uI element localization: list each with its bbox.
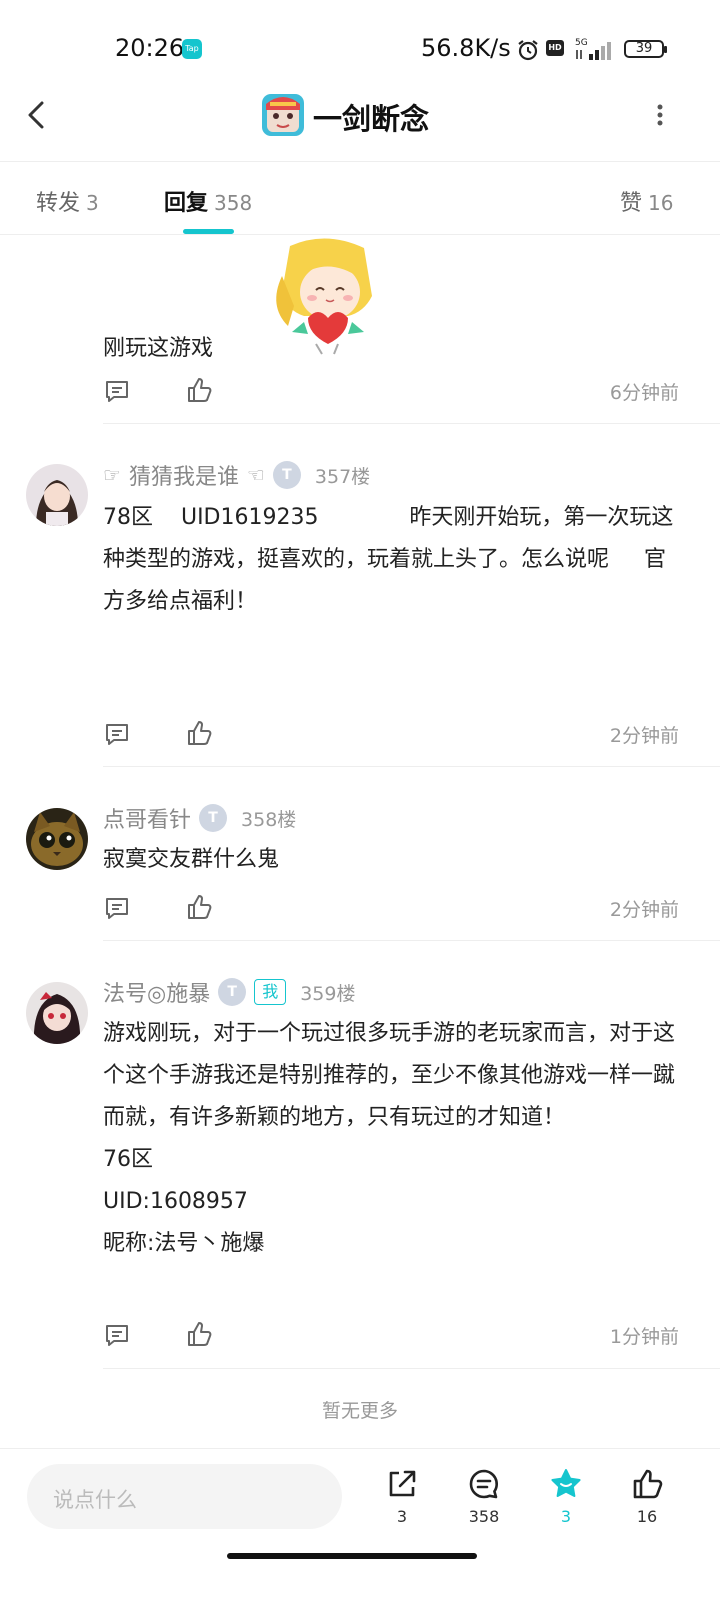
partial-comment-text: 刚玩这游戏 bbox=[103, 336, 214, 361]
comment-time: 2分钟前 bbox=[609, 725, 679, 747]
back-arrow-icon[interactable] bbox=[22, 98, 52, 132]
comment-divider bbox=[103, 423, 720, 424]
comment-header: ☞ 猜猜我是谁 ☜ T 357楼 bbox=[103, 459, 370, 491]
comment-divider bbox=[103, 766, 720, 767]
reply-icon[interactable] bbox=[103, 378, 131, 406]
share-count: 3 bbox=[396, 1507, 408, 1526]
user-avatar[interactable] bbox=[26, 808, 88, 870]
status-bar: 20:26 Tap 56.8K/s HD 5G 39 bbox=[0, 0, 720, 90]
star-icon bbox=[551, 1469, 581, 1497]
tab-replies[interactable]: 回复 358 bbox=[164, 185, 252, 217]
user-avatar[interactable] bbox=[26, 982, 88, 1044]
comment-input-placeholder: 说点什么 bbox=[53, 1488, 137, 1512]
comment-actions: 1分钟前 bbox=[103, 1316, 679, 1356]
reply-icon[interactable] bbox=[103, 721, 131, 749]
tab-reposts-label: 转发 bbox=[36, 191, 81, 216]
comment-actions: 2分钟前 bbox=[103, 715, 679, 755]
tab-replies-label: 回复 bbox=[164, 191, 209, 216]
network-speed: 56.8K/s bbox=[421, 34, 511, 62]
level-badge-icon: T bbox=[272, 461, 301, 489]
level-badge-icon: T bbox=[218, 978, 247, 1006]
pointing-hand-icon: ☜ bbox=[246, 463, 265, 487]
favorite-count: 3 bbox=[560, 1507, 572, 1526]
user-avatar[interactable] bbox=[26, 464, 88, 526]
tab-replies-count: 358 bbox=[214, 191, 253, 215]
like-count: 16 bbox=[636, 1507, 658, 1526]
username[interactable]: 点哥看针 bbox=[103, 802, 191, 834]
tab-likes-count: 16 bbox=[648, 191, 674, 215]
tab-likes[interactable]: 赞 16 bbox=[620, 185, 673, 217]
alarm-icon bbox=[518, 40, 538, 61]
share-button[interactable]: 3 bbox=[372, 1467, 432, 1537]
level-badge-icon: T bbox=[199, 804, 228, 832]
tab-reposts[interactable]: 转发 3 bbox=[36, 185, 99, 217]
status-time: 20:26 bbox=[115, 34, 185, 62]
tab-bar: 转发 3 回复 358 赞 16 bbox=[0, 163, 720, 235]
heart-girl-sticker bbox=[276, 238, 372, 355]
comment-count: 358 bbox=[468, 1507, 500, 1526]
svg-text:5G: 5G bbox=[575, 38, 588, 48]
comment-header: 点哥看针 T 358楼 bbox=[103, 802, 296, 834]
partial-comment-actions: 6分钟前 bbox=[103, 372, 679, 412]
floor-number: 358楼 bbox=[241, 808, 297, 831]
home-indicator bbox=[227, 1553, 477, 1559]
comment-icon bbox=[469, 1469, 499, 1499]
comment-time: 6分钟前 bbox=[609, 382, 679, 404]
like-icon[interactable] bbox=[185, 376, 213, 404]
like-button[interactable]: 16 bbox=[617, 1467, 677, 1537]
comment-actions: 2分钟前 bbox=[103, 889, 679, 929]
comment-time: 1分钟前 bbox=[609, 1326, 679, 1348]
like-icon[interactable] bbox=[185, 1320, 213, 1348]
like-icon[interactable] bbox=[185, 719, 213, 747]
tab-likes-label: 赞 bbox=[620, 191, 643, 216]
reply-icon[interactable] bbox=[103, 895, 131, 923]
me-badge: 我 bbox=[254, 979, 287, 1005]
like-icon[interactable] bbox=[185, 893, 213, 921]
favorite-button[interactable]: 3 bbox=[536, 1467, 596, 1537]
comment-button[interactable]: 358 bbox=[454, 1467, 514, 1537]
comment-divider bbox=[103, 1368, 720, 1369]
game-logo[interactable] bbox=[262, 94, 304, 136]
comment-time: 2分钟前 bbox=[609, 899, 679, 921]
signal-icon: 5G bbox=[575, 38, 611, 60]
more-options-icon[interactable] bbox=[650, 100, 670, 130]
comment-header: 法号◎施暴 T 我 359楼 bbox=[103, 976, 355, 1008]
thumbs-up-icon bbox=[633, 1469, 663, 1499]
comment-text: 寂寞交友群什么鬼 bbox=[103, 847, 280, 872]
comment-text: 游戏刚玩，对于一个玩过很多玩手游的老玩家而言，对于这个这个手游我还是特别推荐的，… bbox=[103, 1021, 676, 1256]
tap-app-icon: Tap bbox=[182, 39, 202, 59]
pointing-hand-icon: ☞ bbox=[103, 463, 121, 487]
username[interactable]: 猜猜我是谁 bbox=[129, 459, 239, 491]
battery-icon: 39 bbox=[624, 40, 667, 58]
floor-number: 359楼 bbox=[300, 982, 356, 1005]
hd-icon: HD bbox=[546, 40, 564, 56]
reply-icon[interactable] bbox=[103, 1322, 131, 1350]
top-nav-bar: 一剑断念 bbox=[0, 90, 720, 162]
active-tab-indicator bbox=[183, 229, 234, 234]
bottom-action-bar: 说点什么 3 358 3 16 bbox=[0, 1448, 720, 1600]
comment-text: 78区 UID1619235 昨天刚开始玩，第一次玩这种类型的游戏，挺喜欢的，玩… bbox=[103, 505, 674, 614]
comment-input[interactable]: 说点什么 bbox=[27, 1464, 342, 1529]
no-more-label: 暂无更多 bbox=[321, 1400, 398, 1422]
comment-divider bbox=[103, 940, 720, 941]
comment-list: 刚玩这游戏 6分钟前 ☞ 猜猜我是谁 ☜ T 357楼 78区 UID16192… bbox=[0, 236, 720, 1448]
floor-number: 357楼 bbox=[314, 465, 371, 488]
page-title: 一剑断念 bbox=[313, 102, 430, 136]
tab-reposts-count: 3 bbox=[86, 191, 99, 215]
share-icon bbox=[389, 1470, 416, 1497]
username[interactable]: 法号◎施暴 bbox=[103, 976, 210, 1008]
